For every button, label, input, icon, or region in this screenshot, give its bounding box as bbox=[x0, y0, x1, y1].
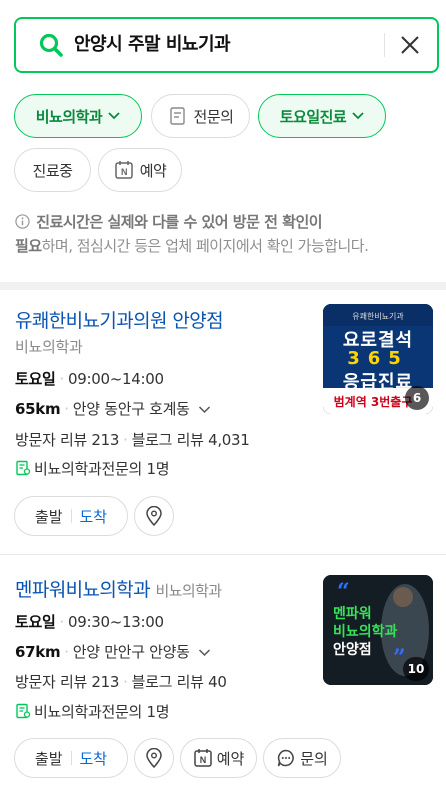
reserve-label: 예약 bbox=[216, 749, 245, 768]
thumb-text-3: 안양점 bbox=[333, 642, 372, 658]
hours-range: 09:30~13:00 bbox=[67, 613, 164, 631]
depart-label[interactable]: 출발 bbox=[35, 748, 63, 769]
doctor-badge-icon bbox=[16, 703, 31, 719]
close-icon[interactable] bbox=[398, 33, 422, 57]
route-button[interactable]: 출발 도착 bbox=[14, 496, 128, 536]
info-icon bbox=[15, 214, 30, 229]
chevron-down-icon bbox=[108, 112, 120, 120]
filter-urology[interactable]: 비뇨의학과 bbox=[14, 94, 142, 138]
chevron-down-icon bbox=[199, 406, 211, 414]
map-pin-button[interactable] bbox=[134, 496, 174, 536]
notice-bold-2: 필요 bbox=[15, 237, 42, 255]
notice-rest: 하며, 점심시간 등은 업체 페이지에서 확인 가능합니다. bbox=[41, 237, 369, 255]
address: 안양 동안구 호계동 bbox=[72, 400, 190, 418]
svg-text:“: “ bbox=[337, 579, 350, 605]
map-pin-button[interactable] bbox=[134, 738, 174, 778]
chevron-down-icon bbox=[199, 649, 211, 657]
chevron-down-icon bbox=[352, 112, 364, 120]
result-card: 유쾌한비뇨기과의원 안양점 비뇨의학과 토요일 · 09:00~14:00 65km… bbox=[0, 290, 446, 554]
search-box[interactable]: 안양시 주말 비뇨기과 bbox=[14, 17, 439, 73]
review-counts: 방문자 리뷰 213 · 블로그 리뷰 40 bbox=[15, 673, 227, 691]
specialist-info: 비뇨의학과전문의 1명 bbox=[15, 701, 170, 722]
distance: 65km bbox=[15, 400, 61, 418]
filter-urology-label: 비뇨의학과 bbox=[35, 107, 103, 126]
doctor-badge-icon bbox=[16, 460, 31, 476]
chat-bubble-icon bbox=[277, 749, 295, 767]
place-name-row: 멘파워비뇨의학과 비뇨의학과 bbox=[15, 575, 222, 602]
photo-count-badge: 6 bbox=[405, 386, 429, 410]
place-name-link[interactable]: 유쾌한비뇨기과의원 안양점 bbox=[15, 306, 224, 333]
specialist-info: 비뇨의학과전문의 1명 bbox=[15, 458, 170, 479]
filter-reservation[interactable]: N 예약 bbox=[98, 148, 182, 192]
map-pin-icon bbox=[146, 506, 162, 526]
specialist-count: 비뇨의학과전문의 1명 bbox=[34, 460, 170, 478]
calendar-n-icon: N bbox=[193, 749, 212, 767]
distance-address[interactable]: 65km · 안양 동안구 호계동 bbox=[15, 398, 211, 419]
hours-notice: 진료시간은 실제와 다를 수 있어 방문 전 확인이 필요하며, 점심시간 등은… bbox=[15, 210, 435, 258]
place-name-link[interactable]: 멘파워비뇨의학과 bbox=[15, 579, 151, 601]
thumb-text-1: 멘파워 bbox=[333, 606, 372, 622]
calendar-n-icon: N bbox=[114, 161, 133, 179]
section-divider bbox=[0, 282, 446, 290]
distance-address[interactable]: 67km · 안양 만안구 안양동 bbox=[15, 641, 211, 662]
thumb-text-2: 비뇨의학과 bbox=[333, 624, 398, 640]
svg-text:N: N bbox=[121, 167, 127, 177]
visitor-reviews[interactable]: 방문자 리뷰 213 bbox=[15, 673, 119, 691]
review-counts: 방문자 리뷰 213 · 블로그 리뷰 4,031 bbox=[15, 431, 250, 449]
arrive-label[interactable]: 도착 bbox=[80, 748, 108, 769]
distance: 67km bbox=[15, 643, 61, 661]
depart-label[interactable]: 출발 bbox=[35, 506, 63, 527]
map-pin-icon bbox=[146, 748, 162, 768]
specialist-count: 비뇨의학과전문의 1명 bbox=[34, 703, 170, 721]
place-category: 비뇨의학과 bbox=[155, 582, 223, 600]
place-thumbnail[interactable]: 유쾌한비뇨기과 요로결석 365 응급진료 범계역 3번출구 6 bbox=[323, 304, 433, 414]
hours-range: 09:00~14:00 bbox=[67, 370, 164, 388]
opening-hours: 토요일 · 09:00~14:00 bbox=[15, 370, 164, 388]
document-icon bbox=[169, 107, 185, 125]
filter-open-now[interactable]: 진료중 bbox=[14, 148, 91, 192]
filter-saturday-label: 토요일진료 bbox=[279, 107, 347, 126]
place-category: 비뇨의학과 bbox=[15, 338, 83, 356]
hours-day: 토요일 bbox=[15, 613, 56, 631]
blog-reviews[interactable]: 블로그 리뷰 40 bbox=[132, 673, 227, 691]
notice-bold-1: 진료시간은 실제와 다를 수 있어 방문 전 확인이 bbox=[36, 213, 323, 231]
blog-reviews[interactable]: 블로그 리뷰 4,031 bbox=[132, 431, 250, 449]
arrive-label[interactable]: 도착 bbox=[80, 506, 108, 527]
inquiry-button[interactable]: 문의 bbox=[263, 738, 341, 778]
filter-open-now-label: 진료중 bbox=[32, 161, 73, 180]
filter-reservation-label: 예약 bbox=[139, 161, 167, 180]
thumb-text-2: 365 bbox=[347, 348, 409, 369]
address: 안양 만안구 안양동 bbox=[72, 643, 190, 661]
svg-text:유쾌한비뇨기과: 유쾌한비뇨기과 bbox=[352, 312, 404, 321]
opening-hours: 토요일 · 09:30~13:00 bbox=[15, 613, 164, 631]
filter-saturday[interactable]: 토요일진료 bbox=[258, 94, 386, 138]
reserve-button[interactable]: N 예약 bbox=[180, 738, 257, 778]
search-divider bbox=[384, 33, 385, 57]
hours-day: 토요일 bbox=[15, 370, 56, 388]
place-thumbnail[interactable]: “ ” 멘파워 비뇨의학과 안양점 10 bbox=[323, 575, 433, 685]
visitor-reviews[interactable]: 방문자 리뷰 213 bbox=[15, 431, 119, 449]
svg-text:N: N bbox=[199, 755, 206, 765]
result-card: 멘파워비뇨의학과 비뇨의학과 토요일 · 09:30~13:00 67km · 안양 만… bbox=[0, 555, 446, 790]
route-button[interactable]: 출발 도착 bbox=[14, 738, 128, 778]
filter-specialist[interactable]: 전문의 bbox=[151, 94, 250, 138]
search-input[interactable]: 안양시 주말 비뇨기과 bbox=[74, 19, 231, 71]
photo-count-badge: 10 bbox=[403, 657, 429, 681]
inquiry-label: 문의 bbox=[300, 749, 328, 768]
search-icon bbox=[39, 33, 63, 57]
filter-specialist-label: 전문의 bbox=[193, 107, 234, 126]
